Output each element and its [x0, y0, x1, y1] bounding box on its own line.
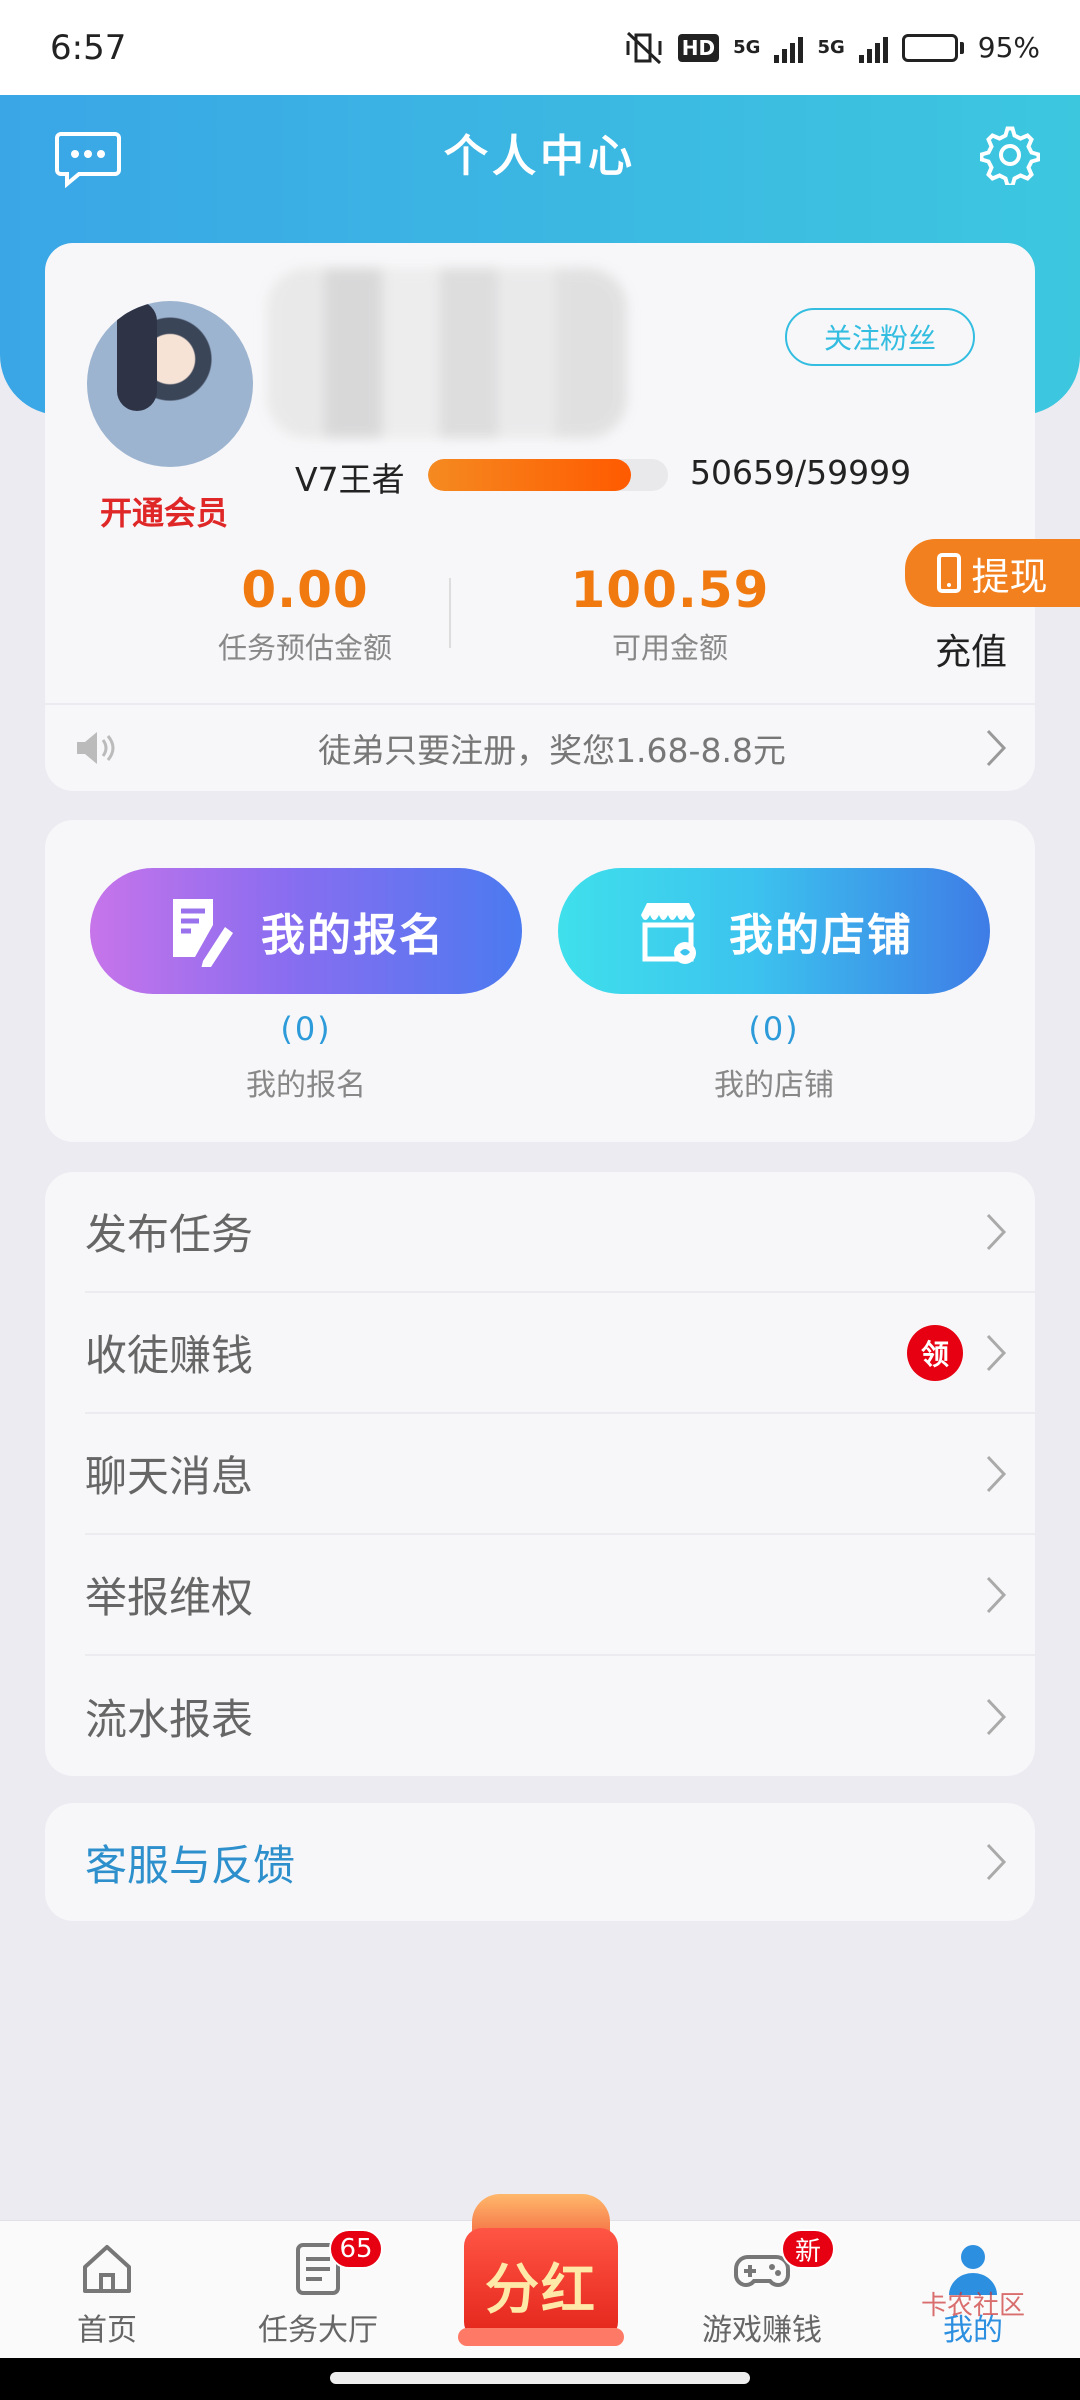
estimated-amount-stat[interactable]: 0.00 任务预估金额 [165, 561, 445, 667]
menu-item-label: 收徒赚钱 [85, 1331, 254, 1380]
recharge-link[interactable]: 充值 [935, 623, 1007, 675]
signal-icon-2 [858, 33, 888, 63]
stat-divider [449, 578, 451, 648]
gear-icon[interactable] [980, 125, 1040, 185]
my-shop-button-label: 我的店铺 [729, 910, 913, 961]
chevron-right-icon [986, 1698, 1007, 1735]
edit-form-icon [173, 899, 233, 967]
menu-item-report-rights[interactable]: 举报维权 [85, 1535, 1035, 1656]
profile-card: 关注粉丝 开通会员 V7王者 50659/59999 0.00 任务预估金额 1… [45, 243, 1080, 791]
home-indicator[interactable] [330, 2372, 750, 2384]
level-progress-value: 50659/59999 [690, 453, 912, 492]
nav-home[interactable]: 首页 [22, 2241, 192, 2349]
store-icon [641, 903, 696, 964]
customer-service-feedback[interactable]: 客服与反馈 [85, 1803, 1035, 1921]
estimated-amount-value: 0.00 [241, 561, 369, 619]
shop-count: (0) [748, 1010, 800, 1048]
signup-label: 我的报名 [246, 1068, 366, 1103]
signal-icon-1 [774, 33, 804, 63]
nav-home-label: 首页 [77, 2313, 137, 2348]
menu-card: 发布任务 收徒赚钱 领 聊天消息 举报维权 流水报表 [45, 1172, 1035, 1776]
avatar[interactable] [87, 301, 253, 467]
withdraw-label: 提现 [971, 554, 1048, 599]
new-badge: 新 [781, 2229, 835, 2269]
chevron-right-icon [986, 1213, 1007, 1250]
clock: 6:57 [50, 27, 127, 68]
shop-label: 我的店铺 [714, 1068, 834, 1103]
chevron-right-icon [986, 1576, 1007, 1613]
open-vip-link[interactable]: 开通会员 [100, 488, 228, 534]
chevron-right-icon [986, 1334, 1007, 1371]
red-packet-label: 分红 [464, 2228, 618, 2340]
chevron-right-icon [986, 729, 1007, 767]
nav-task-hall[interactable]: 任务大厅 65 [233, 2229, 403, 2349]
mute-vibrate-icon [626, 31, 662, 64]
battery-icon [901, 33, 964, 62]
network-5g-label-2: 5G [817, 37, 845, 58]
service-label: 客服与反馈 [85, 1840, 296, 1890]
menu-item-label: 举报维权 [85, 1573, 254, 1622]
status-bar: 6:57 HD 5G 5G 95% [0, 0, 1080, 95]
nav-game-earn[interactable]: 游戏赚钱 新 [677, 2229, 847, 2349]
follow-fans-button[interactable]: 关注粉丝 [785, 308, 975, 366]
red-packet-base [458, 2328, 624, 2346]
nav-task-hall-label: 任务大厅 [258, 2313, 378, 2348]
menu-item-label: 聊天消息 [85, 1452, 254, 1501]
level-label: V7王者 [295, 460, 405, 499]
menu-item-label: 发布任务 [85, 1210, 254, 1259]
my-shop-button[interactable]: 我的店铺 [558, 868, 990, 994]
withdraw-button[interactable]: 提现 [905, 539, 1080, 607]
notice-text: 徒弟只要注册，奖您1.68-8.8元 [318, 731, 786, 770]
watermark: 卡农社区 [920, 2291, 1025, 2321]
notice-banner[interactable]: 徒弟只要注册，奖您1.68-8.8元 [45, 705, 1035, 791]
action-card: 我的报名 我的店铺 (0) 我的报名 (0) 我的店铺 [45, 820, 1035, 1142]
page-title: 个人中心 [444, 131, 636, 182]
username-blurred [267, 268, 627, 438]
signup-count: (0) [280, 1010, 332, 1048]
available-amount-value: 100.59 [570, 561, 770, 619]
hd-voice-icon: HD [677, 33, 720, 62]
available-amount-stat[interactable]: 100.59 可用金额 [530, 561, 810, 667]
menu-item-chat-messages[interactable]: 聊天消息 [85, 1414, 1035, 1535]
battery-percent: 95% [977, 31, 1040, 64]
my-signup-button-label: 我的报名 [261, 910, 445, 961]
estimated-amount-label: 任务预估金额 [217, 631, 392, 665]
status-icons: HD 5G 5G 95% [624, 31, 1040, 65]
speaker-icon [77, 732, 115, 764]
menu-item-publish-task[interactable]: 发布任务 [85, 1172, 1035, 1293]
home-icon [83, 2245, 131, 2293]
nav-game-earn-label: 游戏赚钱 [702, 2313, 822, 2348]
claim-badge: 领 [907, 1324, 963, 1381]
available-amount-label: 可用金额 [611, 631, 728, 665]
chevron-right-icon [986, 1843, 1007, 1881]
service-card: 客服与反馈 [45, 1803, 1035, 1921]
phone-icon [937, 553, 962, 593]
dividend-red-packet-button[interactable]: 分红 [458, 2188, 624, 2348]
task-count-badge: 65 [329, 2229, 383, 2269]
level-progress-bar [428, 459, 668, 491]
menu-item-label: 流水报表 [85, 1695, 254, 1744]
menu-item-transaction-report[interactable]: 流水报表 [85, 1656, 1035, 1777]
network-5g-label-1: 5G [733, 37, 761, 58]
level-progress-fill [428, 459, 631, 491]
chevron-right-icon [986, 1455, 1007, 1492]
my-signup-button[interactable]: 我的报名 [90, 868, 522, 994]
menu-item-recruit-earn[interactable]: 收徒赚钱 领 [85, 1293, 1035, 1414]
